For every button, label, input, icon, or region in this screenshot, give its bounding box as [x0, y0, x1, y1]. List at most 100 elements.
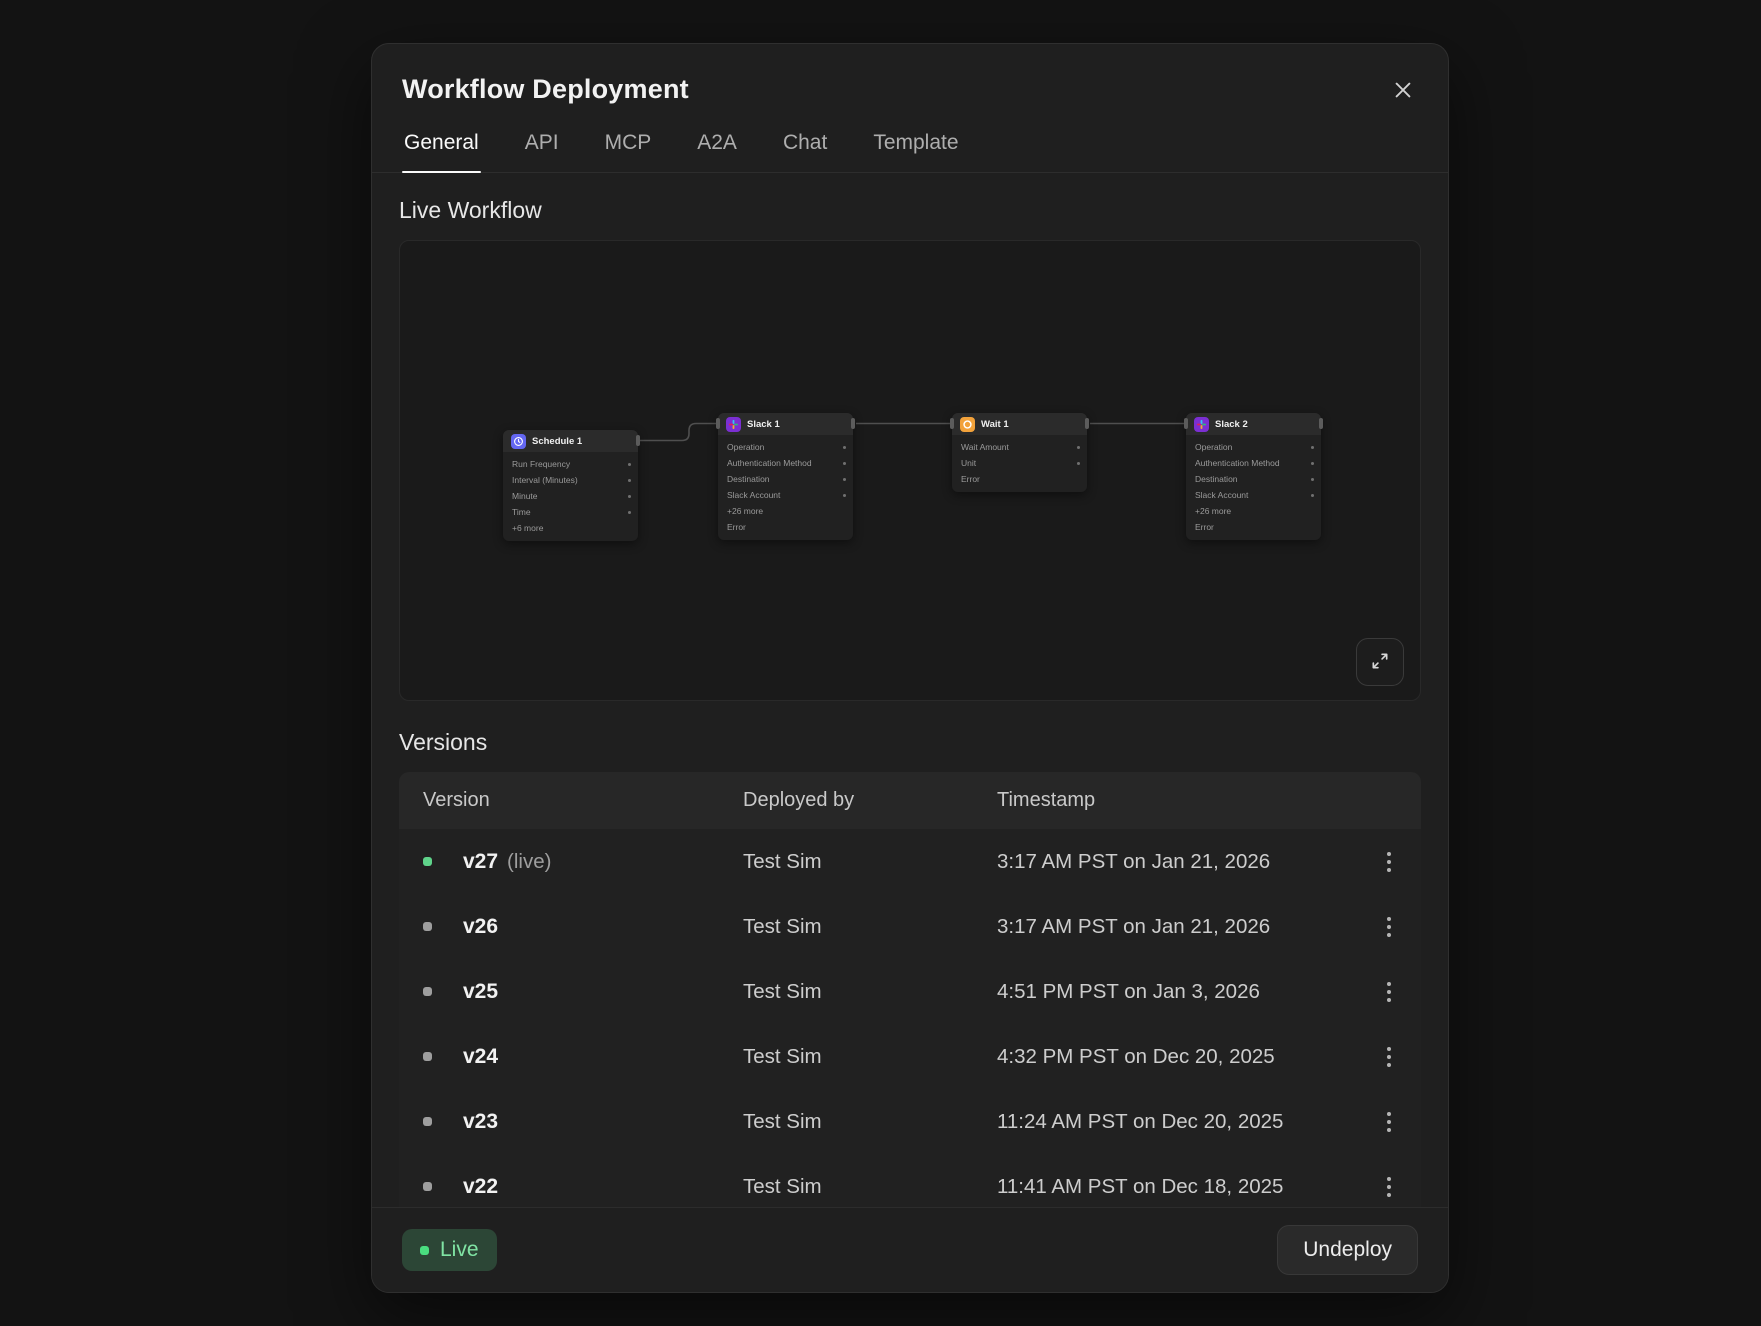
- node-output-handle[interactable]: [1085, 418, 1089, 429]
- node-field-label: Operation: [1195, 442, 1232, 452]
- node-header: Schedule 1: [503, 430, 638, 452]
- deployed-by-cell: Test Sim: [743, 1110, 997, 1134]
- tab-chat[interactable]: Chat: [781, 131, 829, 172]
- node-field: Authentication Method: [1186, 455, 1321, 471]
- version-label: v26: [463, 915, 498, 938]
- node-field-label: Interval (Minutes): [512, 475, 578, 485]
- workflow-node[interactable]: Wait 1 Wait AmountUnitError: [952, 413, 1087, 492]
- node-field: Operation: [718, 439, 853, 455]
- version-label: v27: [463, 850, 498, 873]
- node-field: Error: [952, 471, 1087, 487]
- close-button[interactable]: [1388, 75, 1418, 105]
- table-body: v27(live) Test Sim 3:17 AM PST on Jan 21…: [399, 829, 1421, 1207]
- node-header: Slack 1: [718, 413, 853, 435]
- node-field: Slack Account: [1186, 487, 1321, 503]
- timestamp-cell: 3:17 AM PST on Jan 21, 2026: [997, 850, 1333, 874]
- tab-mcp[interactable]: MCP: [603, 131, 654, 172]
- node-field: +26 more: [718, 503, 853, 519]
- slack-icon: [726, 417, 741, 432]
- node-output-handle[interactable]: [636, 435, 640, 446]
- version-status-dot: [423, 1117, 432, 1126]
- node-output-handle[interactable]: [1319, 418, 1323, 429]
- row-menu-button[interactable]: [1381, 1039, 1397, 1075]
- tab-template[interactable]: Template: [871, 131, 960, 172]
- timestamp-cell: 11:24 AM PST on Dec 20, 2025: [997, 1110, 1333, 1134]
- node-title: Slack 2: [1215, 419, 1248, 430]
- deployed-by-cell: Test Sim: [743, 1045, 997, 1069]
- timestamp-cell: 3:17 AM PST on Jan 21, 2026: [997, 915, 1333, 939]
- node-fields: Operation Authentication Method Destinatio…: [1186, 435, 1321, 540]
- table-row: v25 Test Sim 4:51 PM PST on Jan 3, 2026: [399, 959, 1421, 1024]
- node-output-handle[interactable]: [851, 418, 855, 429]
- node-field-label: Destination: [727, 474, 770, 484]
- version-status-dot: [423, 857, 432, 866]
- node-field: Slack Account: [718, 487, 853, 503]
- field-port-icon: [843, 478, 846, 481]
- node-field-label: Authentication Method: [1195, 458, 1280, 468]
- node-field-label: Time: [512, 507, 531, 517]
- workflow-node[interactable]: Slack 1 Operation Authentication Method De…: [718, 413, 853, 540]
- tab-general[interactable]: General: [402, 131, 481, 172]
- node-field: Destination: [718, 471, 853, 487]
- table-row: v27(live) Test Sim 3:17 AM PST on Jan 21…: [399, 829, 1421, 894]
- live-status-dot-icon: [420, 1246, 429, 1255]
- modal-content: Live Workflow Schedule 1 Run FrequencyIn…: [372, 173, 1448, 1207]
- field-port-icon: [843, 446, 846, 449]
- row-menu-button[interactable]: [1381, 974, 1397, 1010]
- tab-a2a[interactable]: A2A: [695, 131, 739, 172]
- node-field-label: +26 more: [1195, 506, 1231, 516]
- version-label: v24: [463, 1045, 498, 1068]
- table-header: Version Deployed by Timestamp: [399, 772, 1421, 829]
- node-field-label: Error: [1195, 522, 1214, 532]
- column-header-version: Version: [423, 789, 743, 812]
- node-field-label: Authentication Method: [727, 458, 812, 468]
- node-header: Wait 1: [952, 413, 1087, 435]
- workflow-node[interactable]: Slack 2 Operation Authentication Method De…: [1186, 413, 1321, 540]
- node-field-label: +26 more: [727, 506, 763, 516]
- timer-icon: [960, 417, 975, 432]
- node-field-label: +6 more: [512, 523, 543, 533]
- field-port-icon: [1077, 462, 1080, 465]
- live-status-badge: Live: [402, 1229, 497, 1271]
- modal-footer: Live Undeploy: [372, 1207, 1448, 1292]
- node-fields: Wait AmountUnitError: [952, 435, 1087, 492]
- version-status-dot: [423, 1052, 432, 1061]
- modal-title: Workflow Deployment: [402, 74, 689, 105]
- expand-canvas-button[interactable]: [1356, 638, 1404, 686]
- version-label: v23: [463, 1110, 498, 1133]
- node-field: Destination: [1186, 471, 1321, 487]
- node-field: Operation: [1186, 439, 1321, 455]
- field-port-icon: [628, 495, 631, 498]
- node-field: Run Frequency: [503, 456, 638, 472]
- node-input-handle[interactable]: [716, 418, 720, 429]
- node-field-label: Run Frequency: [512, 459, 570, 469]
- column-header-deployed-by: Deployed by: [743, 789, 997, 812]
- node-title: Schedule 1: [532, 436, 582, 447]
- node-input-handle[interactable]: [1184, 418, 1188, 429]
- tab-api[interactable]: API: [523, 131, 561, 172]
- version-label: v22: [463, 1175, 498, 1198]
- node-fields: Operation Authentication Method Destinatio…: [718, 435, 853, 540]
- row-menu-button[interactable]: [1381, 1104, 1397, 1140]
- deployed-by-cell: Test Sim: [743, 850, 997, 874]
- tab-bar: General API MCP A2A Chat Template: [372, 131, 1448, 173]
- node-field: Error: [1186, 519, 1321, 535]
- column-header-timestamp: Timestamp: [997, 789, 1333, 812]
- versions-heading: Versions: [399, 729, 1421, 756]
- workflow-canvas[interactable]: Schedule 1 Run Frequency Interval (Minute…: [399, 240, 1421, 701]
- node-field: Interval (Minutes): [503, 472, 638, 488]
- node-field-label: Error: [961, 474, 980, 484]
- node-field-label: Unit: [961, 458, 976, 468]
- node-field: Unit: [952, 455, 1087, 471]
- versions-table: Version Deployed by Timestamp v27(live) …: [399, 772, 1421, 1207]
- undeploy-button[interactable]: Undeploy: [1277, 1225, 1418, 1275]
- workflow-deployment-modal: Workflow Deployment General API MCP A2A Chat…: [371, 43, 1449, 1293]
- node-header: Slack 2: [1186, 413, 1321, 435]
- node-field-label: Error: [727, 522, 746, 532]
- row-menu-button[interactable]: [1381, 1169, 1397, 1205]
- workflow-node[interactable]: Schedule 1 Run Frequency Interval (Minute…: [503, 430, 638, 541]
- row-menu-button[interactable]: [1381, 844, 1397, 880]
- node-title: Wait 1: [981, 419, 1009, 430]
- node-input-handle[interactable]: [950, 418, 954, 429]
- row-menu-button[interactable]: [1381, 909, 1397, 945]
